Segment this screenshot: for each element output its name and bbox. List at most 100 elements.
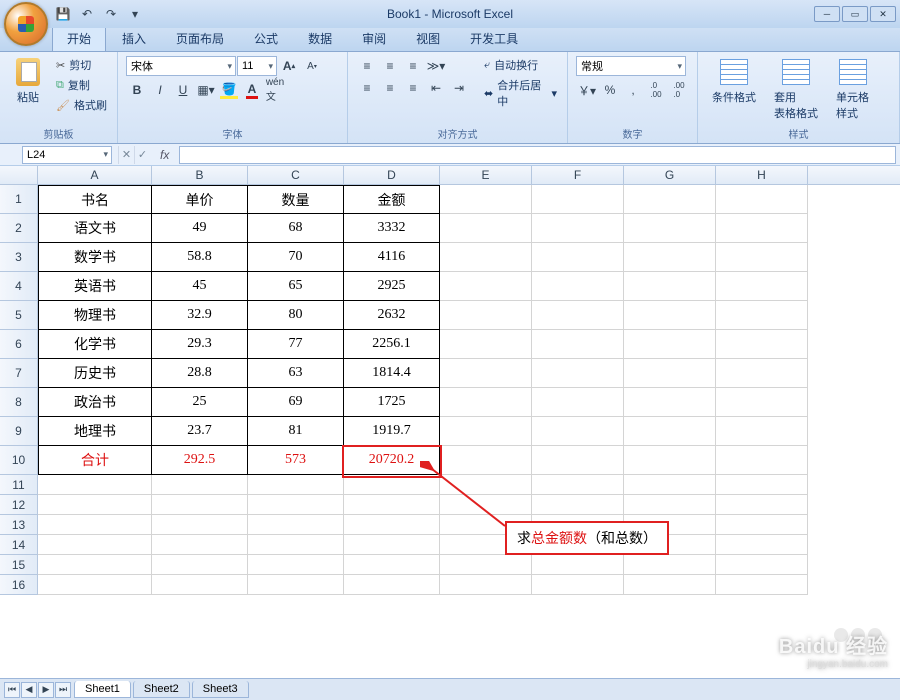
cell-F6[interactable]: [532, 330, 624, 359]
cell-A15[interactable]: [38, 555, 152, 575]
cell-C7[interactable]: 63: [248, 359, 344, 388]
cell-A3[interactable]: 数学书: [38, 243, 152, 272]
row-header-10[interactable]: 10: [0, 446, 38, 475]
save-icon[interactable]: 💾: [54, 5, 72, 23]
col-header-c[interactable]: C: [248, 166, 344, 184]
cell-E6[interactable]: [440, 330, 532, 359]
sheet-nav-next[interactable]: ▶: [38, 682, 54, 698]
align-top-button[interactable]: ≡: [356, 56, 378, 76]
cell-B16[interactable]: [152, 575, 248, 595]
cell-H5[interactable]: [716, 301, 808, 330]
sheet-nav-last[interactable]: ⏭: [55, 682, 71, 698]
cell-D16[interactable]: [344, 575, 440, 595]
row-header-6[interactable]: 6: [0, 330, 38, 359]
cell-A4[interactable]: 英语书: [38, 272, 152, 301]
cell-A9[interactable]: 地理书: [38, 417, 152, 446]
cell-B2[interactable]: 49: [152, 214, 248, 243]
percent-button[interactable]: %: [599, 80, 621, 100]
col-header-f[interactable]: F: [532, 166, 624, 184]
cell-F3[interactable]: [532, 243, 624, 272]
row-header-16[interactable]: 16: [0, 575, 38, 595]
row-header-1[interactable]: 1: [0, 185, 38, 214]
cell-B3[interactable]: 58.8: [152, 243, 248, 272]
cell-D9[interactable]: 1919.7: [344, 417, 440, 446]
cell-G15[interactable]: [624, 555, 716, 575]
cell-D13[interactable]: [344, 515, 440, 535]
cell-C3[interactable]: 70: [248, 243, 344, 272]
decrease-decimal-button[interactable]: .00.0: [668, 80, 690, 100]
cell-G16[interactable]: [624, 575, 716, 595]
tab-formulas[interactable]: 公式: [240, 26, 292, 51]
row-header-12[interactable]: 12: [0, 495, 38, 515]
cell-D6[interactable]: 2256.1: [344, 330, 440, 359]
tab-review[interactable]: 审阅: [348, 26, 400, 51]
cut-button[interactable]: ✂剪切: [54, 56, 109, 74]
paste-button[interactable]: 粘贴: [8, 56, 48, 107]
cell-A1[interactable]: 书名: [38, 185, 152, 214]
minimize-button[interactable]: ─: [814, 6, 840, 22]
font-color-button[interactable]: A: [241, 80, 263, 100]
font-size-combo[interactable]: 11: [237, 56, 277, 76]
align-middle-button[interactable]: ≡: [379, 56, 401, 76]
qat-dropdown-icon[interactable]: ▾: [126, 5, 144, 23]
row-header-13[interactable]: 13: [0, 515, 38, 535]
cell-E11[interactable]: [440, 475, 532, 495]
col-header-e[interactable]: E: [440, 166, 532, 184]
row-header-14[interactable]: 14: [0, 535, 38, 555]
cell-A14[interactable]: [38, 535, 152, 555]
cell-F8[interactable]: [532, 388, 624, 417]
tab-home[interactable]: 开始: [52, 25, 106, 51]
cell-H14[interactable]: [716, 535, 808, 555]
tab-developer[interactable]: 开发工具: [456, 26, 532, 51]
cell-F11[interactable]: [532, 475, 624, 495]
sheet-nav-first[interactable]: ⏮: [4, 682, 20, 698]
cell-H4[interactable]: [716, 272, 808, 301]
row-header-11[interactable]: 11: [0, 475, 38, 495]
sheet-tab-3[interactable]: Sheet3: [192, 681, 249, 698]
cell-E16[interactable]: [440, 575, 532, 595]
cell-D4[interactable]: 2925: [344, 272, 440, 301]
shrink-font-button[interactable]: A▾: [301, 56, 323, 76]
cell-D14[interactable]: [344, 535, 440, 555]
cell-E5[interactable]: [440, 301, 532, 330]
copy-button[interactable]: ⧉复制: [54, 76, 109, 94]
format-painter-button[interactable]: 🖌格式刷: [54, 96, 109, 114]
tab-insert[interactable]: 插入: [108, 26, 160, 51]
cell-C6[interactable]: 77: [248, 330, 344, 359]
cell-A12[interactable]: [38, 495, 152, 515]
cell-A8[interactable]: 政治书: [38, 388, 152, 417]
cell-A7[interactable]: 历史书: [38, 359, 152, 388]
sheet-nav-prev[interactable]: ◀: [21, 682, 37, 698]
cell-B11[interactable]: [152, 475, 248, 495]
tab-view[interactable]: 视图: [402, 26, 454, 51]
cell-G12[interactable]: [624, 495, 716, 515]
cell-A11[interactable]: [38, 475, 152, 495]
cell-styles-button[interactable]: 单元格 样式: [830, 56, 875, 123]
phonetic-button[interactable]: wén文: [264, 80, 286, 100]
cell-G2[interactable]: [624, 214, 716, 243]
cell-D12[interactable]: [344, 495, 440, 515]
increase-decimal-button[interactable]: .0.00: [645, 80, 667, 100]
cell-F10[interactable]: [532, 446, 624, 475]
cell-H2[interactable]: [716, 214, 808, 243]
cell-C14[interactable]: [248, 535, 344, 555]
col-header-b[interactable]: B: [152, 166, 248, 184]
enter-formula-icon[interactable]: ✓: [134, 146, 150, 164]
col-header-h[interactable]: H: [716, 166, 808, 184]
cell-E12[interactable]: [440, 495, 532, 515]
sheet-tab-2[interactable]: Sheet2: [133, 681, 190, 698]
cell-F16[interactable]: [532, 575, 624, 595]
cell-D5[interactable]: 2632: [344, 301, 440, 330]
cell-B1[interactable]: 单价: [152, 185, 248, 214]
row-header-9[interactable]: 9: [0, 417, 38, 446]
cell-H11[interactable]: [716, 475, 808, 495]
cell-H6[interactable]: [716, 330, 808, 359]
cell-A2[interactable]: 语文书: [38, 214, 152, 243]
cell-E1[interactable]: [440, 185, 532, 214]
cell-A5[interactable]: 物理书: [38, 301, 152, 330]
orientation-button[interactable]: ≫▾: [425, 56, 447, 76]
cell-H9[interactable]: [716, 417, 808, 446]
row-header-8[interactable]: 8: [0, 388, 38, 417]
cell-D11[interactable]: [344, 475, 440, 495]
row-header-3[interactable]: 3: [0, 243, 38, 272]
